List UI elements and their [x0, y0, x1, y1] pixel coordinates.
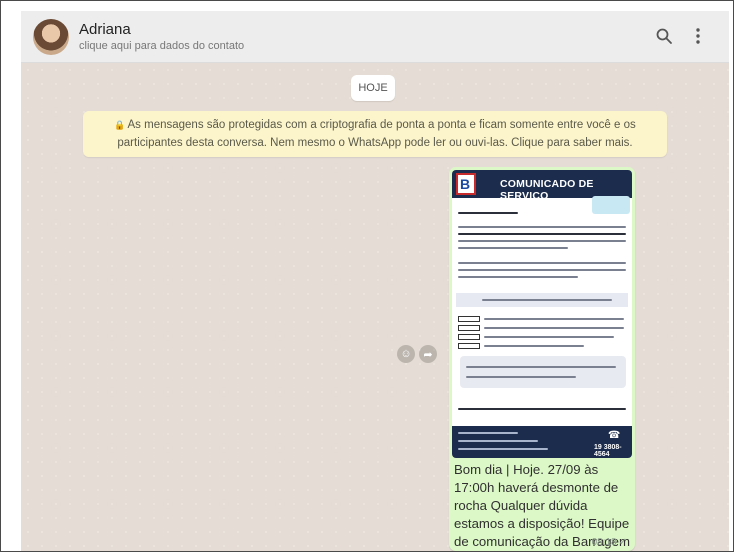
lock-icon: 🔒: [114, 120, 126, 130]
image-text-line: [458, 408, 626, 410]
avatar[interactable]: [33, 19, 69, 55]
forward-icon[interactable]: ➦: [419, 345, 437, 363]
image-text-line: [466, 376, 576, 378]
logo-icon: B: [456, 173, 476, 195]
image-text-line: [484, 345, 584, 347]
image-text-line: [458, 276, 578, 278]
image-time-box: [458, 343, 480, 349]
app-window: Adriana clique aqui para dados do contat…: [0, 0, 734, 552]
menu-dots-icon[interactable]: [687, 25, 709, 47]
chat-area[interactable]: HOJE 🔒 As mensagens são protegidas com a …: [21, 63, 729, 551]
image-text-line: [458, 269, 626, 271]
image-text-line: [484, 318, 624, 320]
image-time-box: [458, 325, 480, 331]
image-text-line: [458, 240, 626, 242]
image-tag: [592, 196, 630, 214]
image-text-line: [458, 448, 548, 450]
image-text-line: [458, 432, 518, 434]
image-time-box: [458, 316, 480, 322]
chat-header[interactable]: Adriana clique aqui para dados do contat…: [21, 11, 729, 63]
image-text-line: [458, 212, 518, 214]
image-text-line: [458, 440, 538, 442]
emoji-react-icon[interactable]: ☺: [397, 345, 415, 363]
outgoing-message[interactable]: B COMUNICADO DE SERVIÇO ☎ 19 3808-4564 B…: [449, 167, 635, 551]
phone-icon: ☎: [608, 430, 621, 441]
message-time: 08:18 ✓: [592, 537, 627, 548]
date-divider: HOJE: [351, 75, 395, 101]
image-text-line: [458, 262, 626, 264]
encryption-notice[interactable]: 🔒 As mensagens são protegidas com a cript…: [83, 111, 667, 157]
contact-info-link[interactable]: clique aqui para dados do contato: [79, 40, 244, 52]
message-time-label: 08:18: [591, 537, 617, 548]
image-text-line: [482, 299, 612, 301]
image-text-line: [484, 336, 614, 338]
check-icon: ✓: [618, 537, 627, 548]
image-text-line: [458, 233, 626, 235]
search-icon[interactable]: [653, 25, 675, 47]
image-text-line: [458, 247, 568, 249]
image-text-line: [458, 226, 626, 228]
image-info-box: [460, 356, 626, 388]
image-text-line: [466, 366, 616, 368]
contact-name[interactable]: Adriana: [79, 21, 131, 38]
image-text-line: [484, 327, 624, 329]
image-time-box: [458, 334, 480, 340]
encryption-notice-text: As mensagens são protegidas com a cripto…: [117, 119, 636, 149]
image-phone: 19 3808-4564: [594, 444, 622, 458]
message-image[interactable]: B COMUNICADO DE SERVIÇO ☎ 19 3808-4564: [452, 170, 632, 458]
